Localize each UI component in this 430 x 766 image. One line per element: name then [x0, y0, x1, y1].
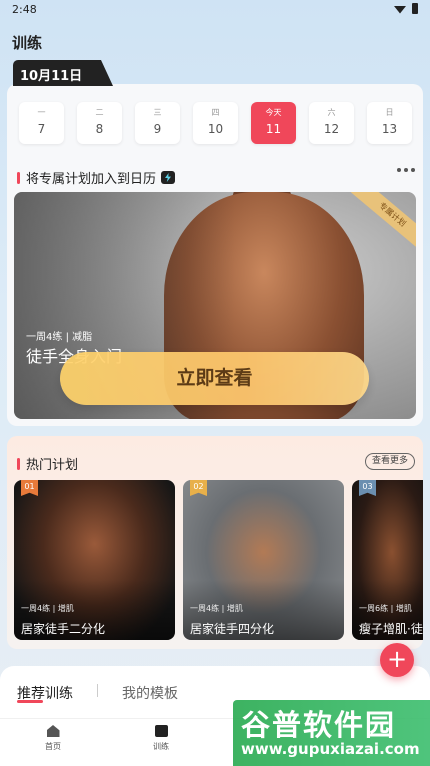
plan-meta: 一周4练 | 增肌 [190, 604, 243, 613]
nav-home-label: 首页 [45, 742, 61, 751]
rank-badge: 01 [21, 480, 38, 496]
day-weekday: 六 [327, 108, 336, 117]
watermark-title: 谷普软件园 [241, 708, 397, 742]
lightning-icon [161, 171, 176, 184]
plan-card[interactable]: 01 一周4练 | 增肌 居家徒手二分化 [14, 480, 175, 640]
plan-name: 居家徒手二分化 [21, 622, 106, 636]
day-date: 13 [381, 122, 398, 136]
watermark-url: www.gupuxiazai.com [241, 740, 420, 758]
day-weekday: 一 [37, 108, 46, 117]
tab-divider [97, 684, 98, 697]
wifi-icon [394, 6, 406, 14]
schedule-card: 一7 二8 三9 四 10 今天 11 六 12 日 13 将专属计划加入到日历 专属计… [7, 84, 423, 426]
see-more-button[interactable]: 查看更多 [365, 453, 415, 470]
day-sun[interactable]: 日 13 [367, 102, 412, 144]
current-date-tab: 10月11日 [13, 60, 113, 86]
day-date: 7 [37, 122, 46, 136]
plan-goal: 增肌 [57, 604, 74, 613]
hot-section-title: 热门计划 [26, 458, 79, 473]
rank-badge: 02 [190, 480, 207, 496]
plan-frequency: 一周4练 [190, 604, 220, 613]
day-wed[interactable]: 三9 [135, 102, 180, 144]
calendar-section-title: 将专属计划加入到日历 [26, 172, 157, 187]
plan-list: 01 一周4练 | 增肌 居家徒手二分化 02 一周4练 | 增肌 居家徒手四分… [14, 480, 423, 640]
day-date: 12 [323, 122, 340, 136]
nav-train[interactable]: 训练 [141, 725, 181, 752]
train-icon [154, 725, 168, 737]
day-weekday: 今天 [265, 108, 282, 117]
day-date: 11 [265, 122, 282, 136]
day-weekday: 三 [153, 108, 162, 117]
tab-my-templates[interactable]: 我的模板 [122, 683, 178, 703]
plus-icon: + [386, 645, 408, 673]
nav-train-label: 训练 [153, 742, 169, 751]
section-marker [17, 457, 20, 470]
plan-name: 居家徒手四分化 [190, 622, 275, 636]
page-title: 训练 [12, 34, 43, 52]
plan-meta: 一周4练 | 增肌 [21, 604, 74, 613]
plan-frequency: 一周6练 [359, 604, 389, 613]
day-weekday: 二 [95, 108, 104, 117]
day-thu[interactable]: 四 10 [193, 102, 238, 144]
day-weekday: 日 [385, 108, 394, 117]
battery-icon [412, 3, 418, 14]
plan-goal: 增肌 [395, 604, 412, 613]
week-strip: 一7 二8 三9 四 10 今天 11 六 12 日 13 [19, 102, 412, 144]
day-date: 9 [153, 122, 162, 136]
plan-card[interactable]: 02 一周4练 | 增肌 居家徒手四分化 [183, 480, 344, 640]
plan-card[interactable]: 03 一周6练 | 增肌 瘦子增肌·徒手 [352, 480, 423, 640]
more-icon[interactable] [397, 168, 415, 172]
day-weekday: 四 [211, 108, 220, 117]
nav-home[interactable]: 首页 [33, 725, 73, 752]
day-date: 10 [207, 122, 224, 136]
plan-meta: 一周6练 | 增肌 [359, 604, 412, 613]
active-tab-indicator [17, 700, 43, 703]
plan-name: 瘦子增肌·徒手 [359, 622, 423, 636]
day-sat[interactable]: 六 12 [309, 102, 354, 144]
hero-frequency: 一周4练 [26, 332, 63, 343]
plan-frequency: 一周4练 [21, 604, 51, 613]
hot-plans-card: 热门计划 查看更多 01 一周4练 | 增肌 居家徒手二分化 02 一周4练 |… [7, 436, 423, 649]
calendar-section-header[interactable]: 将专属计划加入到日历 [17, 168, 176, 187]
watermark: 谷普软件园 www.gupuxiazai.com [233, 700, 430, 766]
status-time: 2:48 [12, 3, 37, 16]
view-now-button[interactable]: 立即查看 [60, 352, 369, 405]
hero-meta: 一周4练 | 减脂 [26, 328, 92, 343]
home-icon [46, 725, 60, 737]
add-plan-button[interactable]: + [380, 643, 414, 677]
hero-goal: 减脂 [72, 332, 93, 343]
status-icons [394, 3, 418, 14]
rank-badge: 03 [359, 480, 376, 496]
day-date: 8 [95, 122, 104, 136]
day-tue[interactable]: 二8 [77, 102, 122, 144]
section-marker [17, 171, 20, 184]
day-today[interactable]: 今天 11 [251, 102, 296, 144]
day-mon[interactable]: 一7 [19, 102, 64, 144]
plan-goal: 增肌 [226, 604, 243, 613]
hot-section-header: 热门计划 [17, 454, 78, 473]
status-bar: 2:48 [0, 0, 430, 22]
